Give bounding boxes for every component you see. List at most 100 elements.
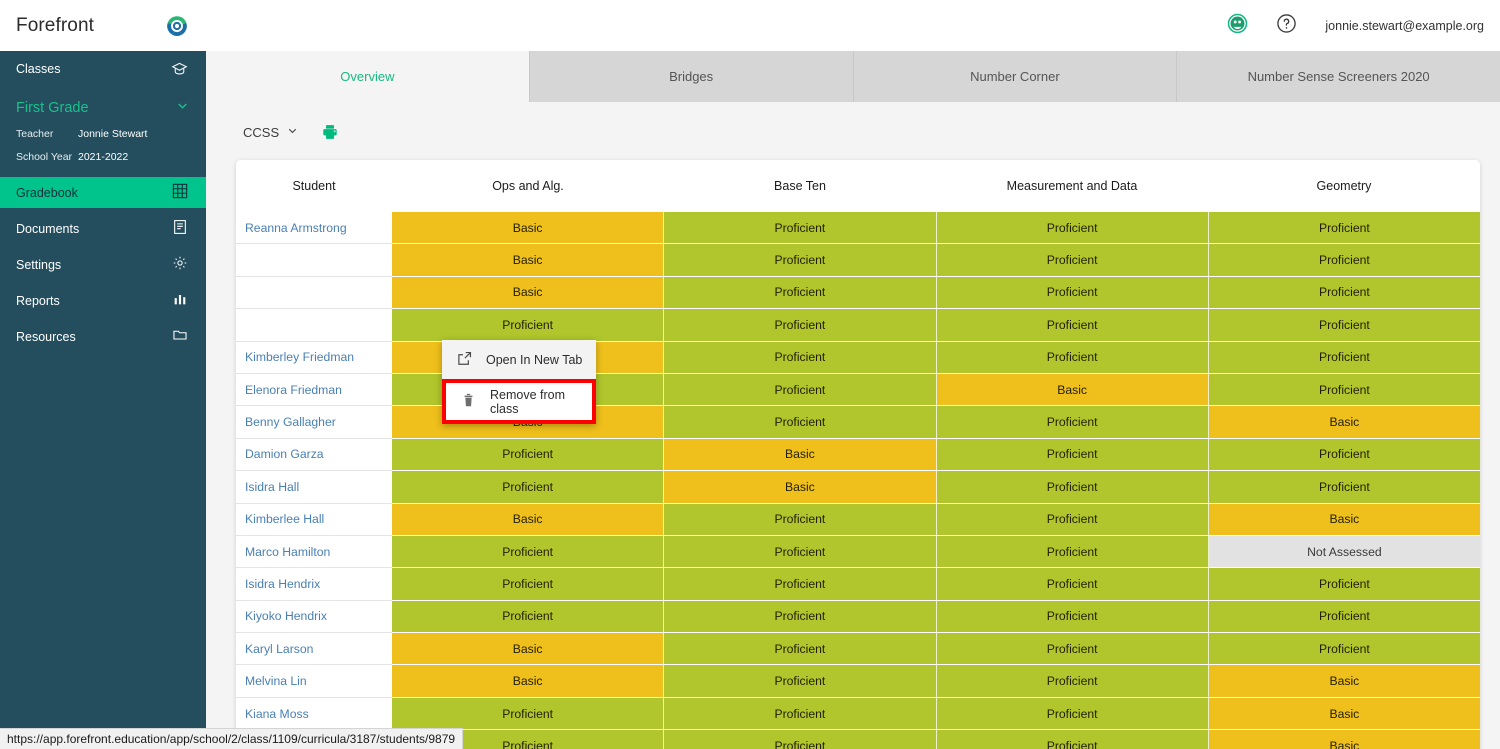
proficiency-cell[interactable]: Basic bbox=[392, 212, 665, 245]
proficiency-cell[interactable]: Proficient bbox=[392, 568, 665, 601]
proficiency-cell[interactable]: Proficient bbox=[664, 212, 937, 245]
proficiency-cell[interactable]: Proficient bbox=[664, 309, 937, 342]
proficiency-cell[interactable]: Basic bbox=[664, 438, 937, 472]
proficiency-cell[interactable]: Not Assessed bbox=[1208, 535, 1480, 569]
proficiency-cell[interactable]: Basic bbox=[1208, 730, 1480, 749]
student-name-link[interactable]: Kiyoko Hendrix bbox=[236, 600, 392, 634]
tab-number-sense-screeners[interactable]: Number Sense Screeners 2020 bbox=[1176, 51, 1500, 102]
user-email[interactable]: jonnie.stewart@example.org bbox=[1325, 19, 1484, 33]
proficiency-cell[interactable]: Proficient bbox=[664, 600, 937, 634]
proficiency-cell[interactable]: Basic bbox=[392, 276, 665, 310]
proficiency-cell[interactable]: Proficient bbox=[392, 535, 665, 569]
proficiency-cell[interactable]: Proficient bbox=[392, 309, 665, 342]
proficiency-cell[interactable]: Proficient bbox=[664, 633, 937, 666]
tab-number-corner[interactable]: Number Corner bbox=[852, 51, 1177, 102]
proficiency-cell[interactable]: Proficient bbox=[1208, 438, 1480, 472]
proficiency-cell[interactable]: Proficient bbox=[936, 697, 1209, 731]
sidebar-item-gradebook[interactable]: Gradebook bbox=[0, 177, 206, 208]
student-name-link[interactable] bbox=[236, 244, 392, 277]
proficiency-cell[interactable]: Proficient bbox=[664, 568, 937, 601]
student-name-link[interactable]: Elenora Friedman bbox=[236, 373, 392, 407]
proficiency-cell[interactable]: Proficient bbox=[936, 503, 1209, 536]
proficiency-cell[interactable]: Proficient bbox=[1208, 471, 1480, 504]
proficiency-cell[interactable]: Proficient bbox=[664, 406, 937, 439]
tab-bridges[interactable]: Bridges bbox=[528, 51, 853, 102]
proficiency-cell[interactable]: Proficient bbox=[1208, 309, 1480, 342]
proficiency-cell[interactable]: Basic bbox=[392, 503, 665, 536]
context-menu-item-remove-from-class[interactable]: Remove from class bbox=[442, 379, 596, 424]
student-name-link[interactable] bbox=[236, 309, 392, 342]
proficiency-cell[interactable]: Proficient bbox=[392, 697, 665, 731]
proficiency-cell[interactable]: Proficient bbox=[1208, 373, 1480, 407]
proficiency-cell[interactable]: Proficient bbox=[664, 697, 937, 731]
user-avatar-icon[interactable] bbox=[1227, 13, 1248, 39]
sidebar-item-resources[interactable]: Resources bbox=[0, 321, 206, 352]
proficiency-cell[interactable]: Proficient bbox=[664, 373, 937, 407]
proficiency-cell[interactable]: Basic bbox=[392, 244, 665, 277]
proficiency-cell[interactable]: Proficient bbox=[664, 244, 937, 277]
proficiency-cell[interactable]: Proficient bbox=[1208, 212, 1480, 245]
student-name-link[interactable]: Isidra Hendrix bbox=[236, 568, 392, 601]
proficiency-cell[interactable]: Proficient bbox=[936, 600, 1209, 634]
sidebar-item-reports[interactable]: Reports bbox=[0, 285, 206, 316]
proficiency-cell[interactable]: Proficient bbox=[936, 309, 1209, 342]
proficiency-cell[interactable]: Proficient bbox=[664, 341, 937, 374]
sidebar-item-settings[interactable]: Settings bbox=[0, 249, 206, 280]
help-circle-icon[interactable] bbox=[1276, 13, 1297, 39]
proficiency-cell[interactable]: Proficient bbox=[936, 730, 1209, 749]
context-menu-item-open-in-new-tab[interactable]: Open In New Tab bbox=[442, 340, 596, 380]
proficiency-cell[interactable]: Proficient bbox=[664, 276, 937, 310]
proficiency-cell[interactable]: Proficient bbox=[936, 212, 1209, 245]
proficiency-cell[interactable]: Basic bbox=[664, 471, 937, 504]
standard-selector[interactable]: CCSS bbox=[243, 124, 299, 140]
student-name-link[interactable]: Karyl Larson bbox=[236, 633, 392, 666]
proficiency-cell[interactable]: Proficient bbox=[392, 471, 665, 504]
student-name-link[interactable]: Damion Garza bbox=[236, 438, 392, 472]
proficiency-cell[interactable]: Proficient bbox=[392, 600, 665, 634]
proficiency-cell[interactable]: Proficient bbox=[392, 438, 665, 472]
proficiency-cell[interactable]: Basic bbox=[1208, 406, 1480, 439]
proficiency-cell[interactable]: Proficient bbox=[936, 471, 1209, 504]
tab-overview[interactable]: Overview bbox=[206, 51, 529, 102]
proficiency-cell[interactable]: Proficient bbox=[1208, 276, 1480, 310]
proficiency-cell[interactable]: Proficient bbox=[1208, 600, 1480, 634]
proficiency-cell[interactable]: Proficient bbox=[1208, 341, 1480, 374]
proficiency-cell[interactable]: Basic bbox=[1208, 697, 1480, 731]
student-name-link[interactable]: Reanna Armstrong bbox=[236, 212, 392, 245]
student-name-link[interactable]: Kiana Moss bbox=[236, 697, 392, 731]
student-name-link[interactable] bbox=[236, 276, 392, 310]
proficiency-cell[interactable]: Basic bbox=[392, 665, 665, 698]
proficiency-cell[interactable]: Proficient bbox=[936, 665, 1209, 698]
student-name-link[interactable]: Kimberley Friedman bbox=[236, 341, 392, 374]
proficiency-cell[interactable]: Proficient bbox=[664, 730, 937, 749]
proficiency-cell[interactable]: Basic bbox=[392, 633, 665, 666]
proficiency-cell[interactable]: Proficient bbox=[664, 503, 937, 536]
proficiency-cell[interactable]: Proficient bbox=[936, 438, 1209, 472]
sidebar-item-documents[interactable]: Documents bbox=[0, 213, 206, 244]
proficiency-cell[interactable]: Basic bbox=[936, 373, 1209, 407]
proficiency-cell[interactable]: Proficient bbox=[1208, 244, 1480, 277]
proficiency-cell[interactable]: Proficient bbox=[1208, 633, 1480, 666]
proficiency-cell[interactable]: Proficient bbox=[936, 341, 1209, 374]
class-title-row[interactable]: First Grade bbox=[16, 98, 190, 117]
proficiency-cell[interactable]: Proficient bbox=[936, 633, 1209, 666]
proficiency-cell[interactable]: Proficient bbox=[936, 244, 1209, 277]
student-name-link[interactable]: Melvina Lin bbox=[236, 665, 392, 698]
class-selector[interactable]: First Grade Teacher Jonnie Stewart Schoo… bbox=[0, 86, 206, 177]
chevron-down-icon[interactable] bbox=[175, 98, 190, 117]
proficiency-cell[interactable]: Proficient bbox=[936, 535, 1209, 569]
sidebar-item-classes[interactable]: Classes bbox=[0, 51, 206, 86]
student-name-link[interactable]: Benny Gallagher bbox=[236, 406, 392, 439]
student-name-link[interactable]: Isidra Hall bbox=[236, 471, 392, 504]
print-button[interactable] bbox=[321, 123, 339, 141]
proficiency-cell[interactable]: Proficient bbox=[936, 568, 1209, 601]
student-name-link[interactable]: Kimberlee Hall bbox=[236, 503, 392, 536]
proficiency-cell[interactable]: Basic bbox=[1208, 665, 1480, 698]
student-name-link[interactable]: Marco Hamilton bbox=[236, 535, 392, 569]
proficiency-cell[interactable]: Proficient bbox=[1208, 568, 1480, 601]
proficiency-cell[interactable]: Proficient bbox=[664, 535, 937, 569]
proficiency-cell[interactable]: Proficient bbox=[936, 276, 1209, 310]
proficiency-cell[interactable]: Basic bbox=[1208, 503, 1480, 536]
proficiency-cell[interactable]: Proficient bbox=[936, 406, 1209, 439]
proficiency-cell[interactable]: Proficient bbox=[664, 665, 937, 698]
